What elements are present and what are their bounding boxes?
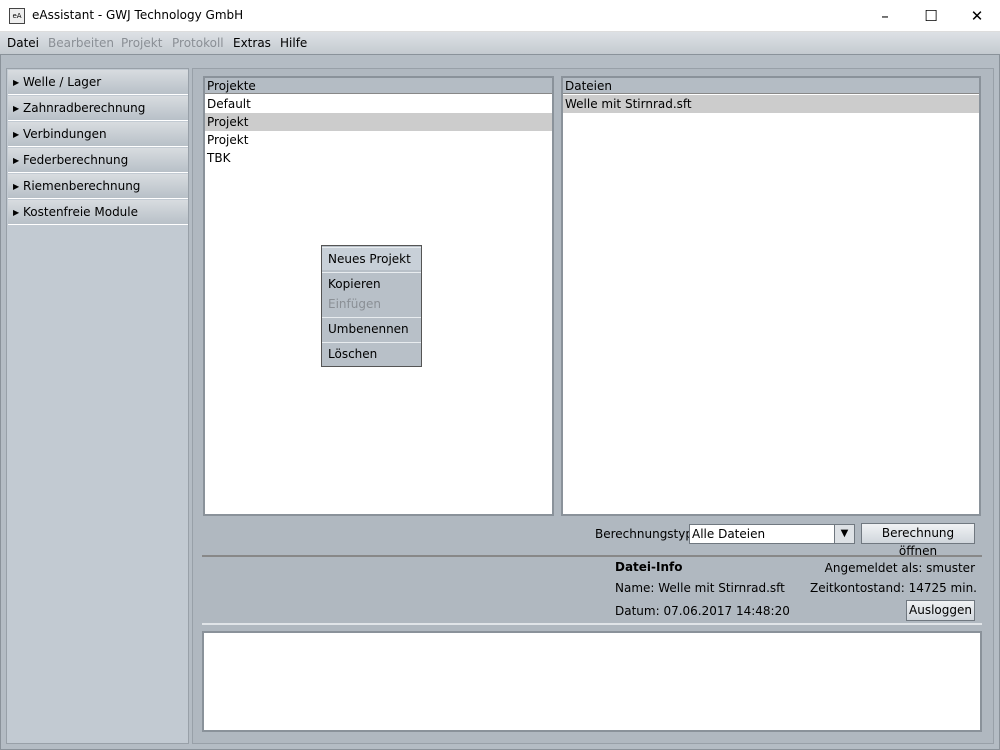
menu-item-umbenennen[interactable]: Umbenennen [322,317,421,340]
menu-protokoll[interactable]: Protokoll [172,36,224,50]
menu-hilfe[interactable]: Hilfe [280,36,307,50]
time-balance: Zeitkontostand: 14725 min. [810,581,977,595]
projects-header: Projekte [205,78,552,94]
close-button[interactable]: ✕ [954,0,1000,32]
triangle-right-icon: ▶ [13,200,19,225]
sidebar-item-label: Welle / Lager [23,75,101,89]
sidebar-item-label: Kostenfreie Module [23,205,138,219]
title-bar: eA eAssistant - GWJ Technology GmbH – ☐ … [0,0,1000,32]
sidebar-item-welle-lager[interactable]: ▶ Welle / Lager [8,70,188,95]
menu-datei[interactable]: Datei [7,36,39,50]
triangle-right-icon: ▶ [13,96,19,121]
berechnungstyp-select[interactable]: Alle Dateien ▼ [689,524,855,544]
sidebar-item-label: Federberechnung [23,153,128,167]
sidebar-item-verbindungen[interactable]: ▶ Verbindungen [8,122,188,147]
menu-item-einfuegen[interactable]: Einfügen [322,293,421,316]
list-item[interactable]: Default [205,95,552,113]
list-item[interactable]: TBK [205,149,552,167]
menu-projekt[interactable]: Projekt [121,36,162,50]
select-value: Alle Dateien [692,527,765,541]
logout-button[interactable]: Ausloggen [906,600,975,621]
menu-item-kopieren[interactable]: Kopieren [322,272,421,295]
list-item[interactable]: Projekt [205,113,552,131]
file-date: Datum: 07.06.2017 14:48:20 [615,604,790,618]
app-icon: eA [9,8,25,24]
sidebar: ▶ Welle / Lager ▶ Zahnradberechnung ▶ Verbi… [6,68,189,744]
files-list[interactable]: Dateien Welle mit Stirnrad.sft [561,76,981,516]
file-name: Name: Welle mit Stirnrad.sft [615,581,785,595]
sidebar-item-zahnradberechnung[interactable]: ▶ Zahnradberechnung [8,96,188,121]
menu-extras[interactable]: Extras [233,36,271,50]
triangle-right-icon: ▶ [13,174,19,199]
menu-bearbeiten[interactable]: Bearbeiten [48,36,114,50]
file-info-title: Datei-Info [615,560,683,574]
file-info-panel: Datei-Info Name: Welle mit Stirnrad.sft … [202,555,982,625]
sidebar-item-kostenfreie-module[interactable]: ▶ Kostenfreie Module [8,200,188,225]
berechnung-oeffnen-button[interactable]: Berechnung öffnen [861,523,975,544]
logged-in-user: Angemeldet als: smuster [825,561,975,575]
chevron-down-icon[interactable]: ▼ [834,525,854,543]
sidebar-item-riemenberechnung[interactable]: ▶ Riemenberechnung [8,174,188,199]
triangle-right-icon: ▶ [13,122,19,147]
menu-item-neues-projekt[interactable]: Neues Projekt [322,247,421,270]
context-menu: Neues Projekt Kopieren Einfügen Umbenenn… [321,245,422,367]
sidebar-item-label: Zahnradberechnung [23,101,145,115]
menu-item-loeschen[interactable]: Löschen [322,342,421,365]
menu-bar: Datei Bearbeiten Projekt Protokoll Extra… [0,32,1000,54]
files-header: Dateien [563,78,979,94]
berechnungstyp-label: Berechnungstyp [595,527,693,541]
sidebar-item-label: Riemenberechnung [23,179,140,193]
sidebar-item-federberechnung[interactable]: ▶ Federberechnung [8,148,188,173]
sidebar-item-label: Verbindungen [23,127,107,141]
list-item[interactable]: Projekt [205,131,552,149]
window-title: eAssistant - GWJ Technology GmbH [32,8,243,22]
triangle-right-icon: ▶ [13,70,19,95]
minimize-button[interactable]: – [862,0,908,32]
list-item[interactable]: Welle mit Stirnrad.sft [563,95,979,113]
maximize-button[interactable]: ☐ [908,0,954,32]
log-area[interactable] [202,631,982,732]
triangle-right-icon: ▶ [13,148,19,173]
